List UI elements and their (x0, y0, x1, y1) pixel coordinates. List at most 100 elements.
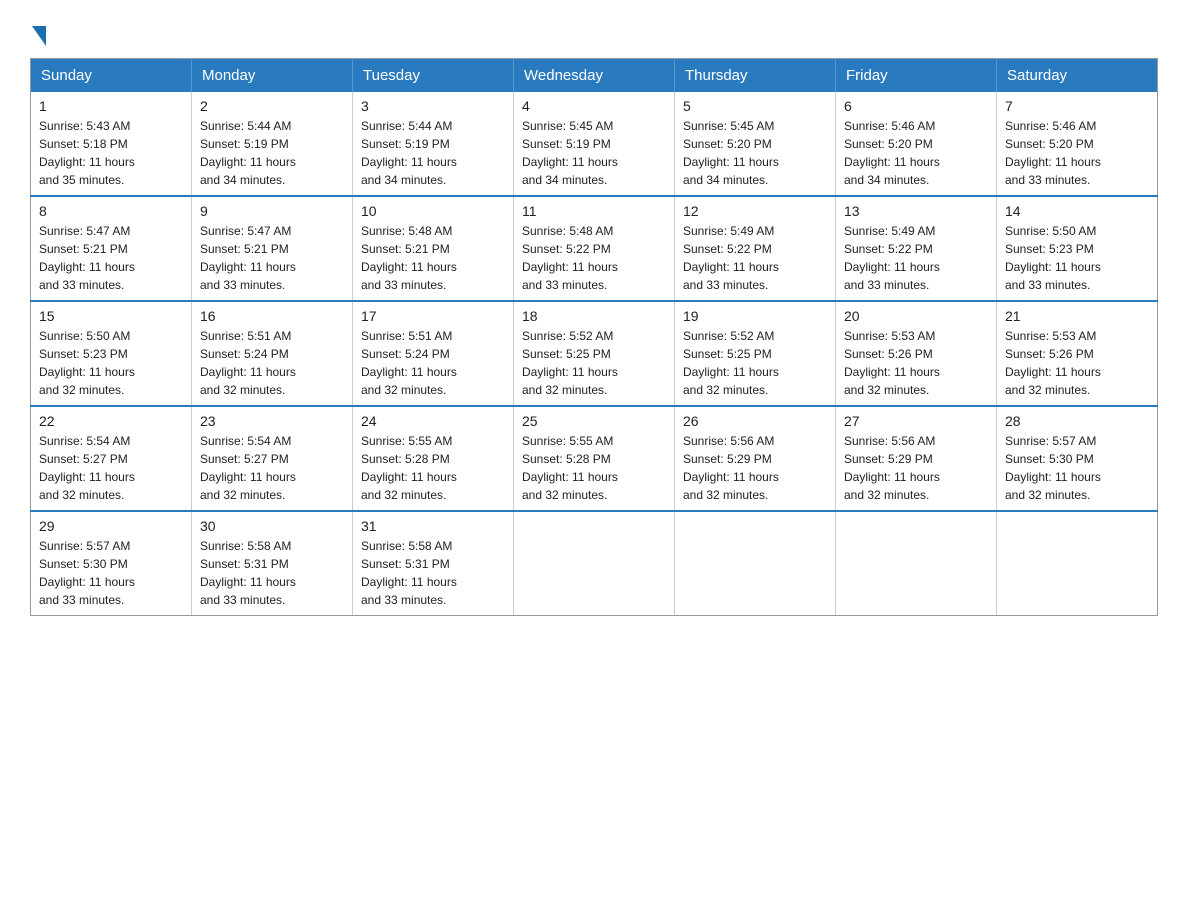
day-info: Sunrise: 5:47 AMSunset: 5:21 PMDaylight:… (200, 222, 344, 294)
day-info: Sunrise: 5:49 AMSunset: 5:22 PMDaylight:… (844, 222, 988, 294)
day-info: Sunrise: 5:44 AMSunset: 5:19 PMDaylight:… (200, 117, 344, 189)
calendar-day-cell: 20 Sunrise: 5:53 AMSunset: 5:26 PMDaylig… (836, 301, 997, 406)
day-number: 22 (39, 413, 183, 429)
day-number: 31 (361, 518, 505, 534)
day-info: Sunrise: 5:56 AMSunset: 5:29 PMDaylight:… (683, 432, 827, 504)
calendar-day-cell: 29 Sunrise: 5:57 AMSunset: 5:30 PMDaylig… (31, 511, 192, 616)
calendar-day-cell: 30 Sunrise: 5:58 AMSunset: 5:31 PMDaylig… (192, 511, 353, 616)
calendar-week-row: 8 Sunrise: 5:47 AMSunset: 5:21 PMDayligh… (31, 196, 1158, 301)
calendar-day-cell: 11 Sunrise: 5:48 AMSunset: 5:22 PMDaylig… (514, 196, 675, 301)
day-number: 18 (522, 308, 666, 324)
calendar-day-cell: 17 Sunrise: 5:51 AMSunset: 5:24 PMDaylig… (353, 301, 514, 406)
day-info: Sunrise: 5:53 AMSunset: 5:26 PMDaylight:… (1005, 327, 1149, 399)
calendar-day-cell (675, 511, 836, 616)
logo-arrow-icon (32, 26, 46, 46)
day-number: 1 (39, 98, 183, 114)
calendar-day-cell: 1 Sunrise: 5:43 AMSunset: 5:18 PMDayligh… (31, 92, 192, 196)
calendar-week-row: 1 Sunrise: 5:43 AMSunset: 5:18 PMDayligh… (31, 92, 1158, 196)
calendar-day-header: Tuesday (353, 59, 514, 93)
day-number: 23 (200, 413, 344, 429)
calendar-day-cell: 10 Sunrise: 5:48 AMSunset: 5:21 PMDaylig… (353, 196, 514, 301)
day-number: 19 (683, 308, 827, 324)
calendar-day-cell (836, 511, 997, 616)
day-info: Sunrise: 5:56 AMSunset: 5:29 PMDaylight:… (844, 432, 988, 504)
calendar-day-cell: 5 Sunrise: 5:45 AMSunset: 5:20 PMDayligh… (675, 92, 836, 196)
calendar-day-cell: 18 Sunrise: 5:52 AMSunset: 5:25 PMDaylig… (514, 301, 675, 406)
calendar-day-cell: 2 Sunrise: 5:44 AMSunset: 5:19 PMDayligh… (192, 92, 353, 196)
day-number: 11 (522, 203, 666, 219)
calendar-day-cell: 24 Sunrise: 5:55 AMSunset: 5:28 PMDaylig… (353, 406, 514, 511)
day-number: 3 (361, 98, 505, 114)
calendar-day-cell: 28 Sunrise: 5:57 AMSunset: 5:30 PMDaylig… (997, 406, 1158, 511)
day-info: Sunrise: 5:47 AMSunset: 5:21 PMDaylight:… (39, 222, 183, 294)
day-info: Sunrise: 5:58 AMSunset: 5:31 PMDaylight:… (361, 537, 505, 609)
day-info: Sunrise: 5:58 AMSunset: 5:31 PMDaylight:… (200, 537, 344, 609)
day-number: 5 (683, 98, 827, 114)
calendar-day-cell: 21 Sunrise: 5:53 AMSunset: 5:26 PMDaylig… (997, 301, 1158, 406)
calendar-day-cell: 31 Sunrise: 5:58 AMSunset: 5:31 PMDaylig… (353, 511, 514, 616)
day-number: 6 (844, 98, 988, 114)
day-info: Sunrise: 5:51 AMSunset: 5:24 PMDaylight:… (200, 327, 344, 399)
day-info: Sunrise: 5:52 AMSunset: 5:25 PMDaylight:… (683, 327, 827, 399)
day-info: Sunrise: 5:48 AMSunset: 5:22 PMDaylight:… (522, 222, 666, 294)
calendar-table: SundayMondayTuesdayWednesdayThursdayFrid… (30, 58, 1158, 616)
day-info: Sunrise: 5:51 AMSunset: 5:24 PMDaylight:… (361, 327, 505, 399)
calendar-day-header: Saturday (997, 59, 1158, 93)
day-info: Sunrise: 5:57 AMSunset: 5:30 PMDaylight:… (1005, 432, 1149, 504)
calendar-day-cell: 16 Sunrise: 5:51 AMSunset: 5:24 PMDaylig… (192, 301, 353, 406)
day-number: 28 (1005, 413, 1149, 429)
day-number: 25 (522, 413, 666, 429)
day-number: 8 (39, 203, 183, 219)
day-info: Sunrise: 5:49 AMSunset: 5:22 PMDaylight:… (683, 222, 827, 294)
calendar-day-cell: 23 Sunrise: 5:54 AMSunset: 5:27 PMDaylig… (192, 406, 353, 511)
calendar-day-cell: 15 Sunrise: 5:50 AMSunset: 5:23 PMDaylig… (31, 301, 192, 406)
day-number: 26 (683, 413, 827, 429)
day-number: 14 (1005, 203, 1149, 219)
calendar-day-cell: 27 Sunrise: 5:56 AMSunset: 5:29 PMDaylig… (836, 406, 997, 511)
day-info: Sunrise: 5:43 AMSunset: 5:18 PMDaylight:… (39, 117, 183, 189)
day-info: Sunrise: 5:45 AMSunset: 5:19 PMDaylight:… (522, 117, 666, 189)
calendar-day-cell: 13 Sunrise: 5:49 AMSunset: 5:22 PMDaylig… (836, 196, 997, 301)
calendar-day-cell: 7 Sunrise: 5:46 AMSunset: 5:20 PMDayligh… (997, 92, 1158, 196)
day-number: 10 (361, 203, 505, 219)
day-info: Sunrise: 5:48 AMSunset: 5:21 PMDaylight:… (361, 222, 505, 294)
day-info: Sunrise: 5:52 AMSunset: 5:25 PMDaylight:… (522, 327, 666, 399)
day-info: Sunrise: 5:50 AMSunset: 5:23 PMDaylight:… (39, 327, 183, 399)
calendar-day-cell: 9 Sunrise: 5:47 AMSunset: 5:21 PMDayligh… (192, 196, 353, 301)
day-number: 15 (39, 308, 183, 324)
day-info: Sunrise: 5:55 AMSunset: 5:28 PMDaylight:… (522, 432, 666, 504)
calendar-day-cell: 12 Sunrise: 5:49 AMSunset: 5:22 PMDaylig… (675, 196, 836, 301)
calendar-day-header: Sunday (31, 59, 192, 93)
calendar-day-cell: 26 Sunrise: 5:56 AMSunset: 5:29 PMDaylig… (675, 406, 836, 511)
day-number: 7 (1005, 98, 1149, 114)
calendar-day-cell: 14 Sunrise: 5:50 AMSunset: 5:23 PMDaylig… (997, 196, 1158, 301)
day-number: 20 (844, 308, 988, 324)
day-info: Sunrise: 5:57 AMSunset: 5:30 PMDaylight:… (39, 537, 183, 609)
logo-top (30, 20, 46, 46)
page-header (30, 20, 1158, 42)
logo (30, 20, 46, 42)
day-number: 9 (200, 203, 344, 219)
calendar-day-cell: 4 Sunrise: 5:45 AMSunset: 5:19 PMDayligh… (514, 92, 675, 196)
day-number: 12 (683, 203, 827, 219)
day-info: Sunrise: 5:44 AMSunset: 5:19 PMDaylight:… (361, 117, 505, 189)
calendar-day-cell: 25 Sunrise: 5:55 AMSunset: 5:28 PMDaylig… (514, 406, 675, 511)
calendar-day-header: Thursday (675, 59, 836, 93)
day-info: Sunrise: 5:54 AMSunset: 5:27 PMDaylight:… (200, 432, 344, 504)
calendar-day-cell (514, 511, 675, 616)
calendar-day-cell: 22 Sunrise: 5:54 AMSunset: 5:27 PMDaylig… (31, 406, 192, 511)
day-info: Sunrise: 5:55 AMSunset: 5:28 PMDaylight:… (361, 432, 505, 504)
day-number: 13 (844, 203, 988, 219)
calendar-day-cell: 19 Sunrise: 5:52 AMSunset: 5:25 PMDaylig… (675, 301, 836, 406)
day-number: 24 (361, 413, 505, 429)
day-info: Sunrise: 5:54 AMSunset: 5:27 PMDaylight:… (39, 432, 183, 504)
day-info: Sunrise: 5:53 AMSunset: 5:26 PMDaylight:… (844, 327, 988, 399)
calendar-day-cell: 8 Sunrise: 5:47 AMSunset: 5:21 PMDayligh… (31, 196, 192, 301)
day-number: 4 (522, 98, 666, 114)
day-number: 17 (361, 308, 505, 324)
day-number: 30 (200, 518, 344, 534)
calendar-day-header: Friday (836, 59, 997, 93)
calendar-day-header: Wednesday (514, 59, 675, 93)
calendar-day-cell (997, 511, 1158, 616)
calendar-day-cell: 3 Sunrise: 5:44 AMSunset: 5:19 PMDayligh… (353, 92, 514, 196)
